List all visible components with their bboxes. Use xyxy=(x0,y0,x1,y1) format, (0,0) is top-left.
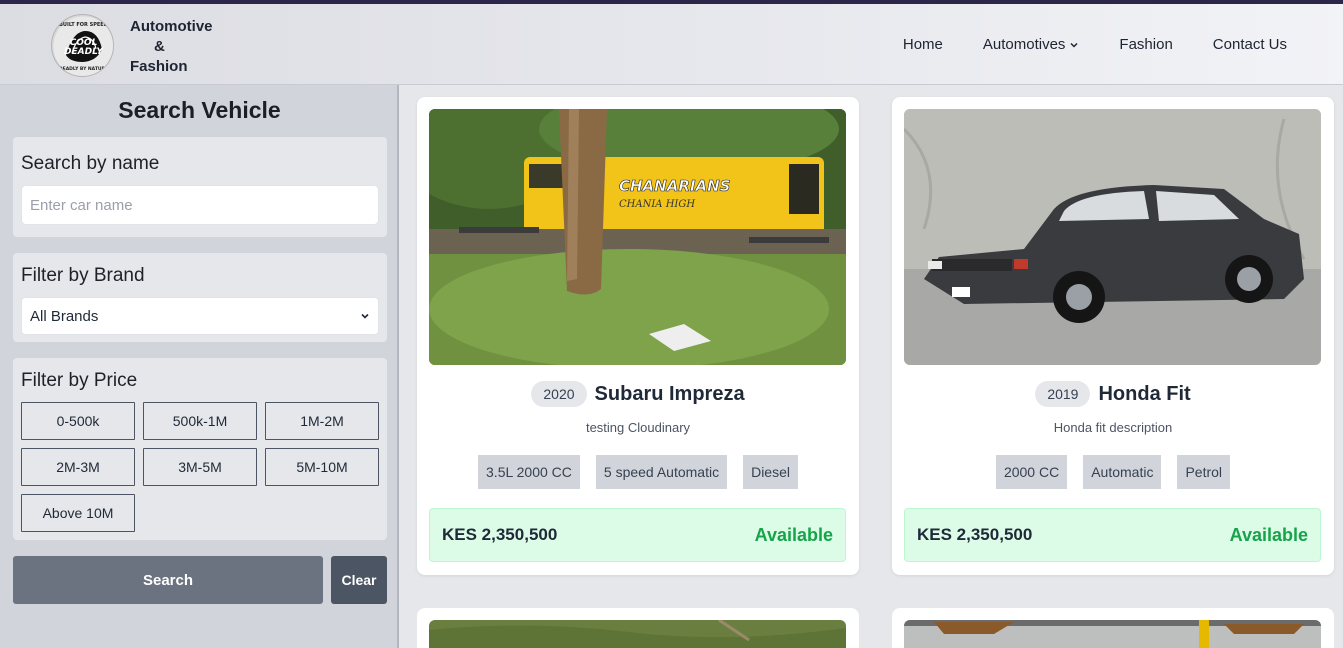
bus-photo: CHANARIANS CHANIA HIGH xyxy=(429,109,846,365)
brand-filter-panel: Filter by Brand All Brands xyxy=(13,253,387,342)
vehicle-price: KES 2,350,500 xyxy=(917,525,1033,544)
vehicle-card[interactable]: CHANARIANS CHANIA HIGH 2020 Subaru Impre… xyxy=(417,97,859,575)
price-range-button[interactable]: 500k-1M xyxy=(143,402,257,440)
price-filter-panel: Filter by Price 0-500k 500k-1M 1M-2M 2M-… xyxy=(13,358,387,540)
vehicle-image[interactable] xyxy=(904,109,1321,365)
year-badge: 2020 xyxy=(531,381,587,407)
svg-text:DEADLY BY NATURE: DEADLY BY NATURE xyxy=(59,66,108,72)
sidebar-title: Search Vehicle xyxy=(118,97,281,123)
brand-select[interactable]: All Brands xyxy=(21,297,379,335)
search-sidebar: Search Vehicle Search by name Filter by … xyxy=(0,85,399,648)
price-range-button[interactable]: 2M-3M xyxy=(21,448,135,486)
price-range-button[interactable]: 5M-10M xyxy=(265,448,379,486)
vehicle-image[interactable]: CHANARIANS CHANIA HIGH xyxy=(429,109,846,365)
svg-text:CHANIA HIGH: CHANIA HIGH xyxy=(619,199,695,210)
brand-name[interactable]: Automotive & Fashion xyxy=(125,17,225,77)
vehicle-price: KES 2,350,500 xyxy=(442,525,558,544)
vehicle-image[interactable] xyxy=(429,620,846,648)
spec-transmission: 5 speed Automatic xyxy=(595,455,728,489)
price-filter-label: Filter by Price xyxy=(21,370,138,391)
vehicle-name[interactable]: Honda Fit xyxy=(1098,383,1190,406)
availability-status: Available xyxy=(754,524,833,545)
brand-filter-label: Filter by Brand xyxy=(21,265,145,286)
brand-select-value: All Brands xyxy=(30,307,99,325)
vehicle-description: testing Cloudinary xyxy=(585,420,691,435)
price-bar: KES 2,350,500 Available xyxy=(429,508,846,562)
vehicle-listings: CHANARIANS CHANIA HIGH 2020 Subaru Impre… xyxy=(401,85,1343,648)
spec-engine: 2000 CC xyxy=(995,455,1068,489)
spec-fuel: Diesel xyxy=(743,455,798,489)
vehicle-card[interactable] xyxy=(892,608,1334,648)
price-range-button[interactable]: Above 10M xyxy=(21,494,135,532)
vehicle-image[interactable] xyxy=(904,620,1321,648)
vehicle-description: Honda fit description xyxy=(1053,420,1173,435)
svg-text:BUILT FOR SPEED: BUILT FOR SPEED xyxy=(59,22,108,28)
nav-automotives-label: Automotives xyxy=(982,36,1066,53)
car-photo xyxy=(904,109,1321,365)
price-range-button[interactable]: 1M-2M xyxy=(265,402,379,440)
clear-button[interactable]: Clear xyxy=(331,556,387,604)
vehicle-title-row: 2019 Honda Fit xyxy=(892,381,1334,407)
spec-fuel: Petrol xyxy=(1177,455,1231,489)
nav-home[interactable]: Home xyxy=(903,36,943,53)
price-bar: KES 2,350,500 Available xyxy=(904,508,1321,562)
main-nav: Home Automotives Fashion Contact Us xyxy=(903,36,1287,53)
chevron-down-icon xyxy=(1070,42,1078,48)
navbar: BUILT FOR SPEED COOL DEADLY DEADLY BY NA… xyxy=(0,4,1343,85)
price-range-button[interactable]: 3M-5M xyxy=(143,448,257,486)
search-by-name-panel: Search by name xyxy=(13,137,387,237)
spec-transmission: Automatic xyxy=(1083,455,1162,489)
price-range-button[interactable]: 0-500k xyxy=(21,402,135,440)
chevron-down-icon xyxy=(361,313,369,319)
nav-contact-label: Contact Us xyxy=(1212,36,1287,53)
nav-automotives-dropdown[interactable]: Automotives xyxy=(983,36,1080,53)
nav-fashion[interactable]: Fashion xyxy=(1119,36,1172,53)
brand-logo[interactable]: BUILT FOR SPEED COOL DEADLY DEADLY BY NA… xyxy=(51,14,114,77)
grass-photo xyxy=(429,620,846,648)
vehicle-card[interactable]: 2019 Honda Fit Honda fit description 200… xyxy=(892,97,1334,575)
vehicle-specs: 2000 CC Automatic Petrol xyxy=(892,455,1334,489)
availability-status: Available xyxy=(1229,524,1308,545)
vehicle-title-row: 2020 Subaru Impreza xyxy=(417,381,859,407)
year-badge: 2019 xyxy=(1035,381,1091,407)
vehicle-name[interactable]: Subaru Impreza xyxy=(595,383,745,406)
spec-engine: 3.5L 2000 CC xyxy=(478,455,580,489)
brand-line-2: & xyxy=(154,38,165,55)
nav-home-label: Home xyxy=(902,36,943,53)
search-by-name-label: Search by name xyxy=(21,153,160,174)
brand-line-3: Fashion xyxy=(130,58,188,75)
logo-graphic: BUILT FOR SPEED COOL DEADLY DEADLY BY NA… xyxy=(53,16,113,76)
search-button[interactable]: Search xyxy=(13,556,323,604)
nav-contact-us[interactable]: Contact Us xyxy=(1213,36,1287,53)
svg-text:DEADLY: DEADLY xyxy=(64,47,104,57)
vehicle-specs: 3.5L 2000 CC 5 speed Automatic Diesel xyxy=(417,455,859,489)
nav-fashion-label: Fashion xyxy=(1119,36,1173,53)
brand-line-1: Automotive xyxy=(130,18,213,35)
vehicle-card[interactable] xyxy=(417,608,859,648)
svg-text:CHANARIANS: CHANARIANS xyxy=(619,177,730,195)
garage-photo xyxy=(904,620,1321,648)
car-name-search-input[interactable] xyxy=(21,185,379,225)
